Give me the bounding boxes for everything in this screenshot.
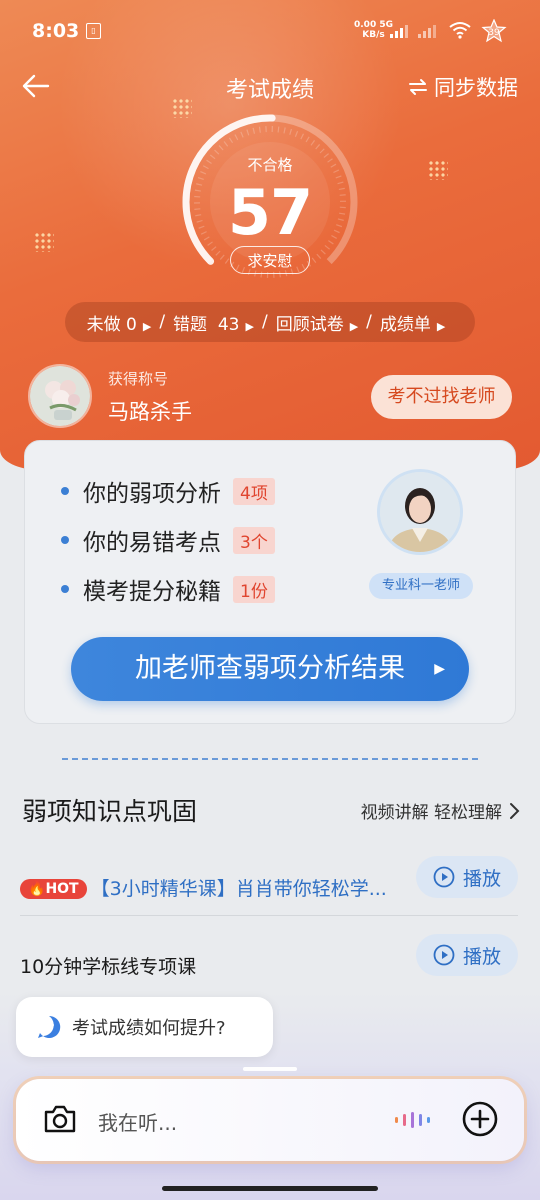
triangle-right-icon: ▶ bbox=[434, 661, 445, 677]
error-points-item[interactable]: 你的易错考点 3个 bbox=[61, 523, 275, 557]
course-title: 10分钟学标线专项课 bbox=[20, 956, 197, 978]
fire-icon: 🔥 bbox=[28, 881, 46, 897]
wifi-icon bbox=[449, 22, 471, 39]
signal-icon bbox=[390, 25, 408, 38]
separator: / bbox=[366, 312, 372, 332]
hot-badge: 🔥HOT bbox=[20, 879, 87, 899]
battery-level: 39 bbox=[488, 28, 500, 38]
analysis-card: 你的弱项分析 4项 你的易错考点 3个 模考提分秘籍 1份 专业科一老师 加老师… bbox=[24, 440, 516, 724]
mock-tips-item[interactable]: 模考提分秘籍 1份 bbox=[61, 572, 275, 606]
sync-button[interactable]: 同步数据 bbox=[408, 72, 518, 102]
play-button[interactable]: 播放 bbox=[416, 856, 518, 898]
decor-dots bbox=[428, 160, 448, 180]
decor-dots bbox=[34, 232, 54, 252]
top-bar: 考试成绩 同步数据 bbox=[0, 62, 540, 110]
item-badge: 3个 bbox=[233, 526, 275, 554]
bullet bbox=[61, 585, 69, 593]
rank-label: 获得称号 bbox=[108, 370, 169, 388]
weak-analysis-item[interactable]: 你的弱项分析 4项 bbox=[61, 474, 275, 508]
undone-link[interactable]: 未做 0 ▶ bbox=[87, 310, 160, 335]
wrong-count: 43 bbox=[217, 314, 240, 335]
triangle-right-icon: ▶ bbox=[245, 319, 254, 333]
view-analysis-button[interactable]: 加老师查弱项分析结果 ▶ bbox=[71, 637, 469, 701]
undone-label: 未做 bbox=[86, 314, 121, 335]
net-speed: 0.00 5G KB/s bbox=[354, 20, 393, 40]
bullet bbox=[61, 536, 69, 544]
stats-bar: 未做 0 ▶ / 错题 43 ▶ / 回顾试卷 ▶ / 成绩单 ▶ bbox=[65, 302, 475, 342]
suggestion-text: 考试成绩如何提升? bbox=[72, 1018, 226, 1039]
triangle-right-icon: ▶ bbox=[436, 319, 446, 333]
score-value: 57 bbox=[227, 176, 313, 249]
review-link[interactable]: 回顾试卷 ▶ bbox=[276, 310, 366, 335]
course-item[interactable]: 10分钟学标线专项课 播放 bbox=[0, 934, 540, 994]
course-item[interactable]: 🔥HOT 【3小时精华课】肖肖带你轻松学... 播放 bbox=[0, 856, 540, 916]
wrong-link[interactable]: 错题 43 ▶ bbox=[173, 310, 262, 335]
play-label: 播放 bbox=[462, 867, 501, 890]
hot-label: HOT bbox=[45, 881, 79, 897]
undone-count: 0 bbox=[126, 314, 137, 335]
cta-label: 加老师查弱项分析结果 bbox=[135, 653, 405, 684]
divider bbox=[20, 915, 518, 916]
course-title: 🔥HOT 【3小时精华课】肖肖带你轻松学... bbox=[20, 874, 387, 901]
course-title-text: 【3小时精华课】肖肖带你轻松学... bbox=[90, 878, 387, 900]
rank-title: 马路杀手 bbox=[108, 400, 192, 424]
play-label: 播放 bbox=[462, 945, 501, 968]
dashed-divider bbox=[62, 758, 478, 760]
net-unit: KB/s bbox=[362, 30, 385, 40]
status-bar: 8:03 ▯ 0.00 5G KB/s 39 bbox=[0, 0, 540, 60]
sim-icon: ▯ bbox=[86, 23, 101, 39]
sync-label: 同步数据 bbox=[434, 76, 518, 100]
teacher-image bbox=[380, 472, 460, 552]
wrong-label: 错题 bbox=[173, 314, 208, 335]
item-badge: 4项 bbox=[233, 477, 275, 505]
play-button[interactable]: 播放 bbox=[416, 934, 518, 976]
suggestion-chip[interactable]: 考试成绩如何提升? bbox=[16, 997, 273, 1057]
battery-icon: 39 bbox=[481, 19, 507, 43]
item-label: 模考提分秘籍 bbox=[83, 579, 221, 605]
more-label: 视频讲解 轻松理解 bbox=[360, 803, 502, 823]
comfort-button[interactable]: 求安慰 bbox=[230, 246, 310, 274]
item-badge: 1份 bbox=[233, 575, 275, 603]
item-label: 你的弱项分析 bbox=[83, 481, 221, 507]
drag-handle[interactable] bbox=[243, 1067, 297, 1071]
voice-wave-icon bbox=[395, 1112, 430, 1128]
camera-icon[interactable] bbox=[42, 1103, 78, 1135]
pass-status: 不合格 bbox=[247, 156, 293, 174]
voice-placeholder: 我在听... bbox=[98, 1111, 178, 1135]
sync-icon bbox=[409, 79, 427, 95]
chat-icon bbox=[38, 1015, 61, 1038]
status-time: 8:03 bbox=[32, 20, 80, 42]
teacher-avatar[interactable] bbox=[377, 469, 463, 555]
report-link[interactable]: 成绩单 ▶ bbox=[380, 310, 453, 335]
bullet bbox=[61, 487, 69, 495]
report-label: 成绩单 bbox=[379, 314, 431, 335]
triangle-right-icon: ▶ bbox=[349, 319, 359, 333]
triangle-right-icon: ▶ bbox=[142, 319, 152, 333]
assistant-input-bar[interactable]: 我在听... bbox=[16, 1079, 524, 1161]
section-title: 弱项知识点巩固 bbox=[22, 797, 198, 826]
review-label: 回顾试卷 bbox=[275, 314, 344, 335]
signal-icon bbox=[418, 25, 436, 38]
teacher-tag: 专业科一老师 bbox=[369, 573, 473, 599]
avatar[interactable] bbox=[28, 364, 92, 428]
chevron-right-icon bbox=[510, 802, 520, 819]
item-label: 你的易错考点 bbox=[83, 530, 221, 556]
plus-icon[interactable] bbox=[460, 1099, 500, 1139]
find-teacher-button[interactable]: 考不过找老师 bbox=[371, 375, 512, 419]
play-icon bbox=[433, 944, 455, 966]
net-speed-value: 0.00 bbox=[354, 20, 377, 30]
play-icon bbox=[433, 866, 455, 888]
separator: / bbox=[261, 312, 268, 332]
separator: / bbox=[159, 312, 166, 332]
home-indicator[interactable] bbox=[162, 1186, 378, 1191]
section-more-link[interactable]: 视频讲解 轻松理解 bbox=[361, 798, 520, 823]
